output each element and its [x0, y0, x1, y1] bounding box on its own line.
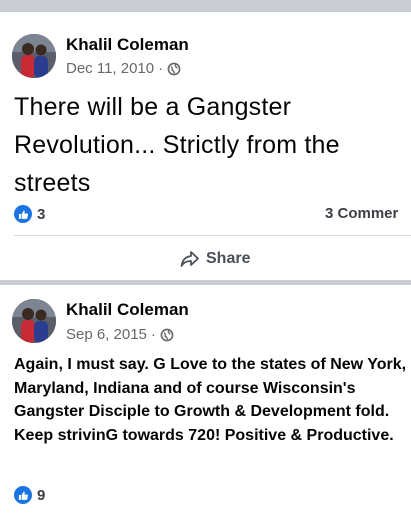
- comment-count[interactable]: 3 Commer: [325, 205, 398, 222]
- reaction-count: 9: [37, 486, 46, 504]
- post-date[interactable]: Sep 6, 2015: [66, 326, 147, 343]
- post-text: Again, I must say. G Love to the states …: [14, 356, 407, 444]
- globe-icon: [160, 328, 174, 342]
- post-meta: Dec 11, 2010 ·: [66, 60, 181, 77]
- avatar[interactable]: [12, 299, 56, 343]
- divider: [14, 235, 411, 236]
- author-name[interactable]: Khalil Coleman: [66, 35, 189, 55]
- share-label: Share: [206, 250, 251, 267]
- post-text: There will be a Gangster Revolution... S…: [14, 93, 340, 197]
- meta-separator: ·: [158, 60, 164, 77]
- globe-icon: [167, 62, 181, 76]
- reaction-summary[interactable]: 9: [14, 486, 45, 504]
- post-meta: Sep 6, 2015 ·: [66, 326, 174, 343]
- share-button[interactable]: Share: [180, 250, 250, 268]
- like-icon: [14, 205, 32, 223]
- post-card: Khalil Coleman Dec 11, 2010 · There will…: [0, 12, 411, 280]
- like-icon: [14, 486, 32, 504]
- avatar[interactable]: [12, 34, 56, 78]
- reaction-summary[interactable]: 3: [14, 205, 45, 223]
- post-date[interactable]: Dec 11, 2010: [66, 60, 154, 77]
- meta-separator: ·: [150, 326, 156, 343]
- share-arrow-icon: [180, 250, 200, 268]
- post-card: Khalil Coleman Sep 6, 2015 · Again, I mu…: [0, 285, 411, 525]
- author-name[interactable]: Khalil Coleman: [66, 300, 189, 320]
- reaction-count: 3: [37, 205, 46, 223]
